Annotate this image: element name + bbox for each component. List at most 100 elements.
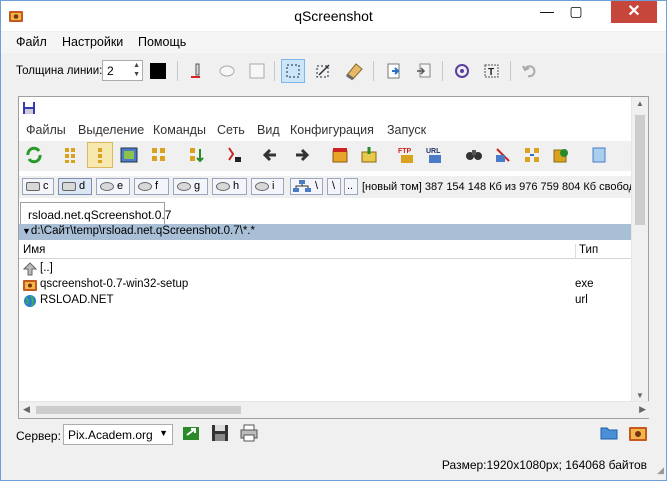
drive-c-label: c — [43, 180, 49, 192]
current-path: d:\Сайт\temp\rsload.net.qScreenshot.0.7\… — [30, 225, 255, 237]
history-dropdown-icon[interactable]: ▼ — [22, 226, 31, 236]
svg-text:FTP: FTP — [398, 148, 412, 155]
pen-tool-icon[interactable] — [185, 59, 209, 83]
sort-icon[interactable] — [187, 145, 207, 165]
tc-menu-network[interactable]: Сеть — [217, 123, 245, 137]
file-row[interactable]: [..] — [19, 261, 632, 277]
horizontal-scroll-thumb[interactable] — [36, 406, 241, 414]
undo-icon[interactable] — [517, 59, 541, 83]
vertical-scrollbar[interactable]: ▲ ▼ — [631, 97, 648, 402]
folder-icon — [600, 427, 618, 440]
drive-c-button[interactable]: c — [22, 178, 54, 195]
tc-menu-view[interactable]: Вид — [257, 123, 280, 137]
drive-g-button[interactable]: g — [173, 178, 208, 195]
drive-e-button[interactable]: e — [96, 178, 130, 195]
drive-i-button[interactable]: i — [251, 178, 284, 195]
parent-dir-label: .. — [347, 180, 354, 192]
drive-f-button[interactable]: f — [134, 178, 169, 195]
rectangle-tool-icon[interactable] — [245, 59, 269, 83]
root-dir-label: \ — [332, 180, 336, 192]
url-connect-icon[interactable]: URL — [425, 145, 445, 165]
text-tool-icon[interactable]: T — [480, 59, 504, 83]
up-folder-icon — [23, 262, 37, 276]
file-type: exe — [575, 278, 594, 290]
tc-menu-run[interactable]: Запуск — [387, 123, 426, 137]
close-button[interactable]: ✕ — [611, 1, 657, 23]
drive-d-button[interactable]: d — [58, 178, 92, 195]
minimize-button[interactable]: — — [533, 1, 561, 23]
tc-menu-files[interactable]: Файлы — [26, 123, 66, 137]
upload-arrow-icon — [183, 427, 199, 440]
file-row[interactable]: RSLOAD.NET url — [19, 293, 632, 309]
spin-arrows-icon[interactable]: ▲ ▼ — [133, 61, 140, 79]
main-toolbar: Толщина линии: 2 ▲ ▼ T — [1, 55, 666, 87]
refresh-icon[interactable] — [24, 145, 44, 165]
chevron-down-icon[interactable]: ▼ — [159, 428, 168, 438]
pack-archive-icon[interactable] — [330, 145, 350, 165]
drive-f-label: f — [155, 180, 159, 192]
drive-h-button[interactable]: h — [212, 178, 247, 195]
screenshot-canvas[interactable]: Файлы Выделение Команды Сеть Вид Конфигу… — [18, 96, 650, 419]
file-row[interactable]: qscreenshot-0.7-win32-setup exe — [19, 277, 632, 293]
brief-view-icon[interactable] — [62, 145, 82, 165]
full-view-button[interactable] — [87, 142, 113, 168]
floppy-save-icon — [212, 425, 228, 441]
eraser-icon[interactable] — [342, 59, 366, 83]
ellipse-tool-icon[interactable] — [215, 59, 239, 83]
notepad-icon[interactable] — [589, 145, 609, 165]
ftp-connect-icon[interactable]: FTP — [397, 145, 417, 165]
forward-arrow-icon[interactable] — [290, 145, 310, 165]
horizontal-scrollbar[interactable]: ◀ ▶ — [19, 401, 650, 418]
line-width-spinbox[interactable]: 2 ▲ ▼ — [102, 60, 143, 81]
select-files-icon[interactable] — [224, 145, 244, 165]
tc-menu-commands[interactable]: Команды — [153, 123, 206, 137]
column-type-header[interactable]: Тип — [579, 244, 598, 256]
upload-server-button[interactable] — [181, 423, 203, 445]
menu-file[interactable]: Файл — [16, 35, 47, 49]
column-header: Имя Тип — [19, 242, 632, 259]
compare-dirs-icon[interactable] — [522, 145, 542, 165]
file-name: RSLOAD.NET — [40, 294, 114, 306]
drive-h-label: h — [233, 180, 240, 192]
tc-menu-selection[interactable]: Выделение — [78, 123, 144, 137]
tree-view-icon[interactable] — [149, 145, 169, 165]
scroll-up-icon[interactable]: ▲ — [636, 99, 644, 108]
root-dir-button[interactable]: \ — [327, 178, 341, 195]
server-select[interactable]: Pix.Academ.org ▼ — [63, 424, 173, 445]
sync-dirs-icon[interactable] — [551, 145, 571, 165]
column-name-header[interactable]: Имя — [23, 244, 45, 256]
crop-icon[interactable] — [311, 59, 335, 83]
menu-settings[interactable]: Настройки — [62, 35, 123, 49]
new-screenshot-button[interactable] — [628, 423, 650, 445]
globe-url-icon — [24, 295, 36, 307]
open-folder-button[interactable] — [599, 423, 621, 445]
save-image-icon[interactable] — [382, 59, 406, 83]
menu-help[interactable]: Помощь — [138, 35, 186, 49]
network-root-button[interactable]: \ — [290, 178, 323, 195]
resize-grip-icon[interactable]: ◢ — [657, 465, 664, 476]
save-button[interactable] — [210, 423, 232, 445]
scroll-left-icon[interactable]: ◀ — [23, 404, 30, 415]
find-files-icon[interactable] — [464, 145, 484, 165]
tab-label: rsload.net.qScreenshot.0.7 — [28, 208, 172, 222]
server-value: Pix.Academ.org — [68, 428, 153, 442]
tc-menu-config[interactable]: Конфигурация — [290, 123, 374, 137]
parent-dir-button[interactable]: .. — [344, 178, 358, 195]
maximize-button[interactable]: ▢ — [562, 1, 590, 23]
vertical-scroll-thumb[interactable] — [635, 115, 645, 225]
copy-clipboard-icon[interactable] — [412, 59, 436, 83]
print-button[interactable] — [239, 423, 261, 445]
multi-rename-icon[interactable] — [493, 145, 513, 165]
app-window: qScreenshot — ▢ ✕ Файл Настройки Помощь … — [0, 0, 667, 481]
tab-current-folder[interactable]: rsload.net.qScreenshot.0.7 — [20, 202, 171, 225]
select-region-icon[interactable] — [281, 59, 305, 83]
back-arrow-icon[interactable] — [262, 145, 282, 165]
color-picker-swatch[interactable] — [150, 63, 166, 79]
thumbnails-icon[interactable] — [119, 145, 139, 165]
unpack-archive-icon[interactable] — [359, 145, 379, 165]
upload-icon[interactable] — [450, 59, 474, 83]
camera-icon — [629, 427, 647, 441]
file-type: url — [575, 294, 588, 306]
scroll-right-icon[interactable]: ▶ — [639, 404, 646, 415]
scroll-down-icon[interactable]: ▼ — [636, 391, 644, 400]
